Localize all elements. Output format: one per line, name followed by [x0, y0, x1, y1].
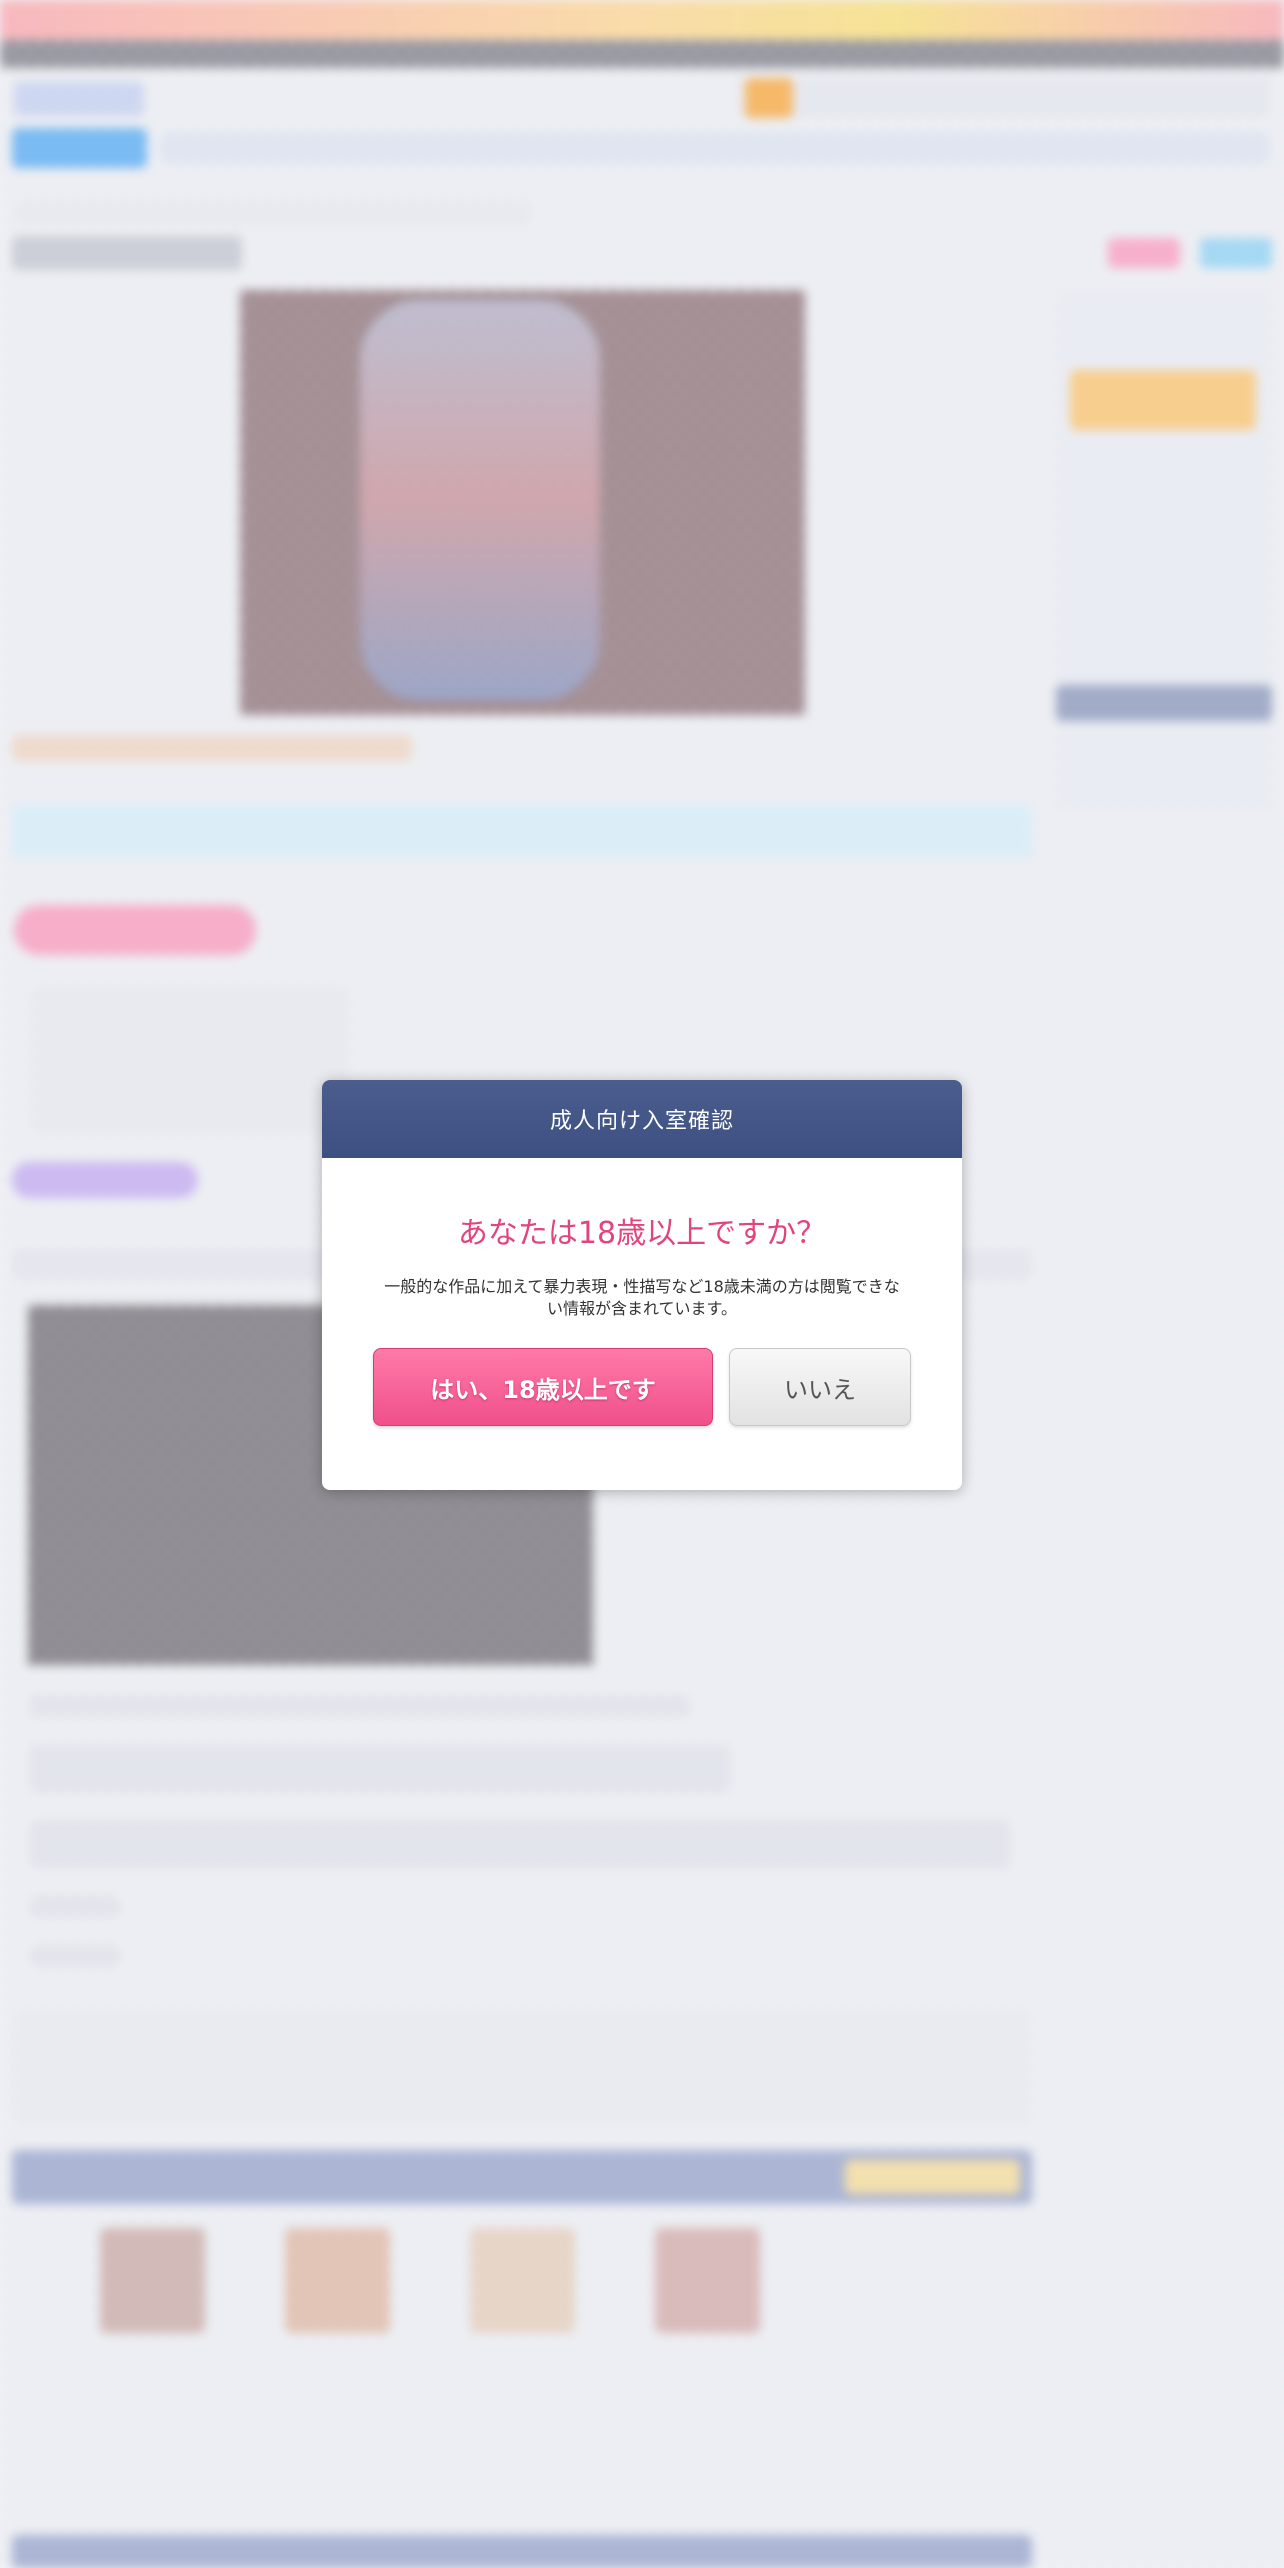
dialog-title: 成人向け入室確認 — [549, 1109, 734, 1134]
no-button[interactable]: いいえ — [729, 1348, 911, 1426]
dialog-buttons: はい、18歳以上です いいえ — [372, 1348, 912, 1426]
content-notice: 一般的な作品に加えて暴力表現・性描写など18歳未満の方は閲覧できない情報が含まれ… — [384, 1277, 900, 1318]
dialog-body: あなたは18歳以上ですか？ 一般的な作品に加えて暴力表現・性描写など18歳未満の… — [322, 1216, 962, 1426]
dialog-header: 成人向け入室確認 — [322, 1080, 962, 1158]
age-confirmation-dialog: 成人向け入室確認 あなたは18歳以上ですか？ 一般的な作品に加えて暴力表現・性描… — [322, 1080, 962, 1490]
modal-overlay: 成人向け入室確認 あなたは18歳以上ですか？ 一般的な作品に加えて暴力表現・性描… — [0, 0, 1284, 2568]
age-question: あなたは18歳以上ですか？ — [457, 1216, 827, 1251]
yes-over-18-button[interactable]: はい、18歳以上です — [373, 1348, 713, 1426]
